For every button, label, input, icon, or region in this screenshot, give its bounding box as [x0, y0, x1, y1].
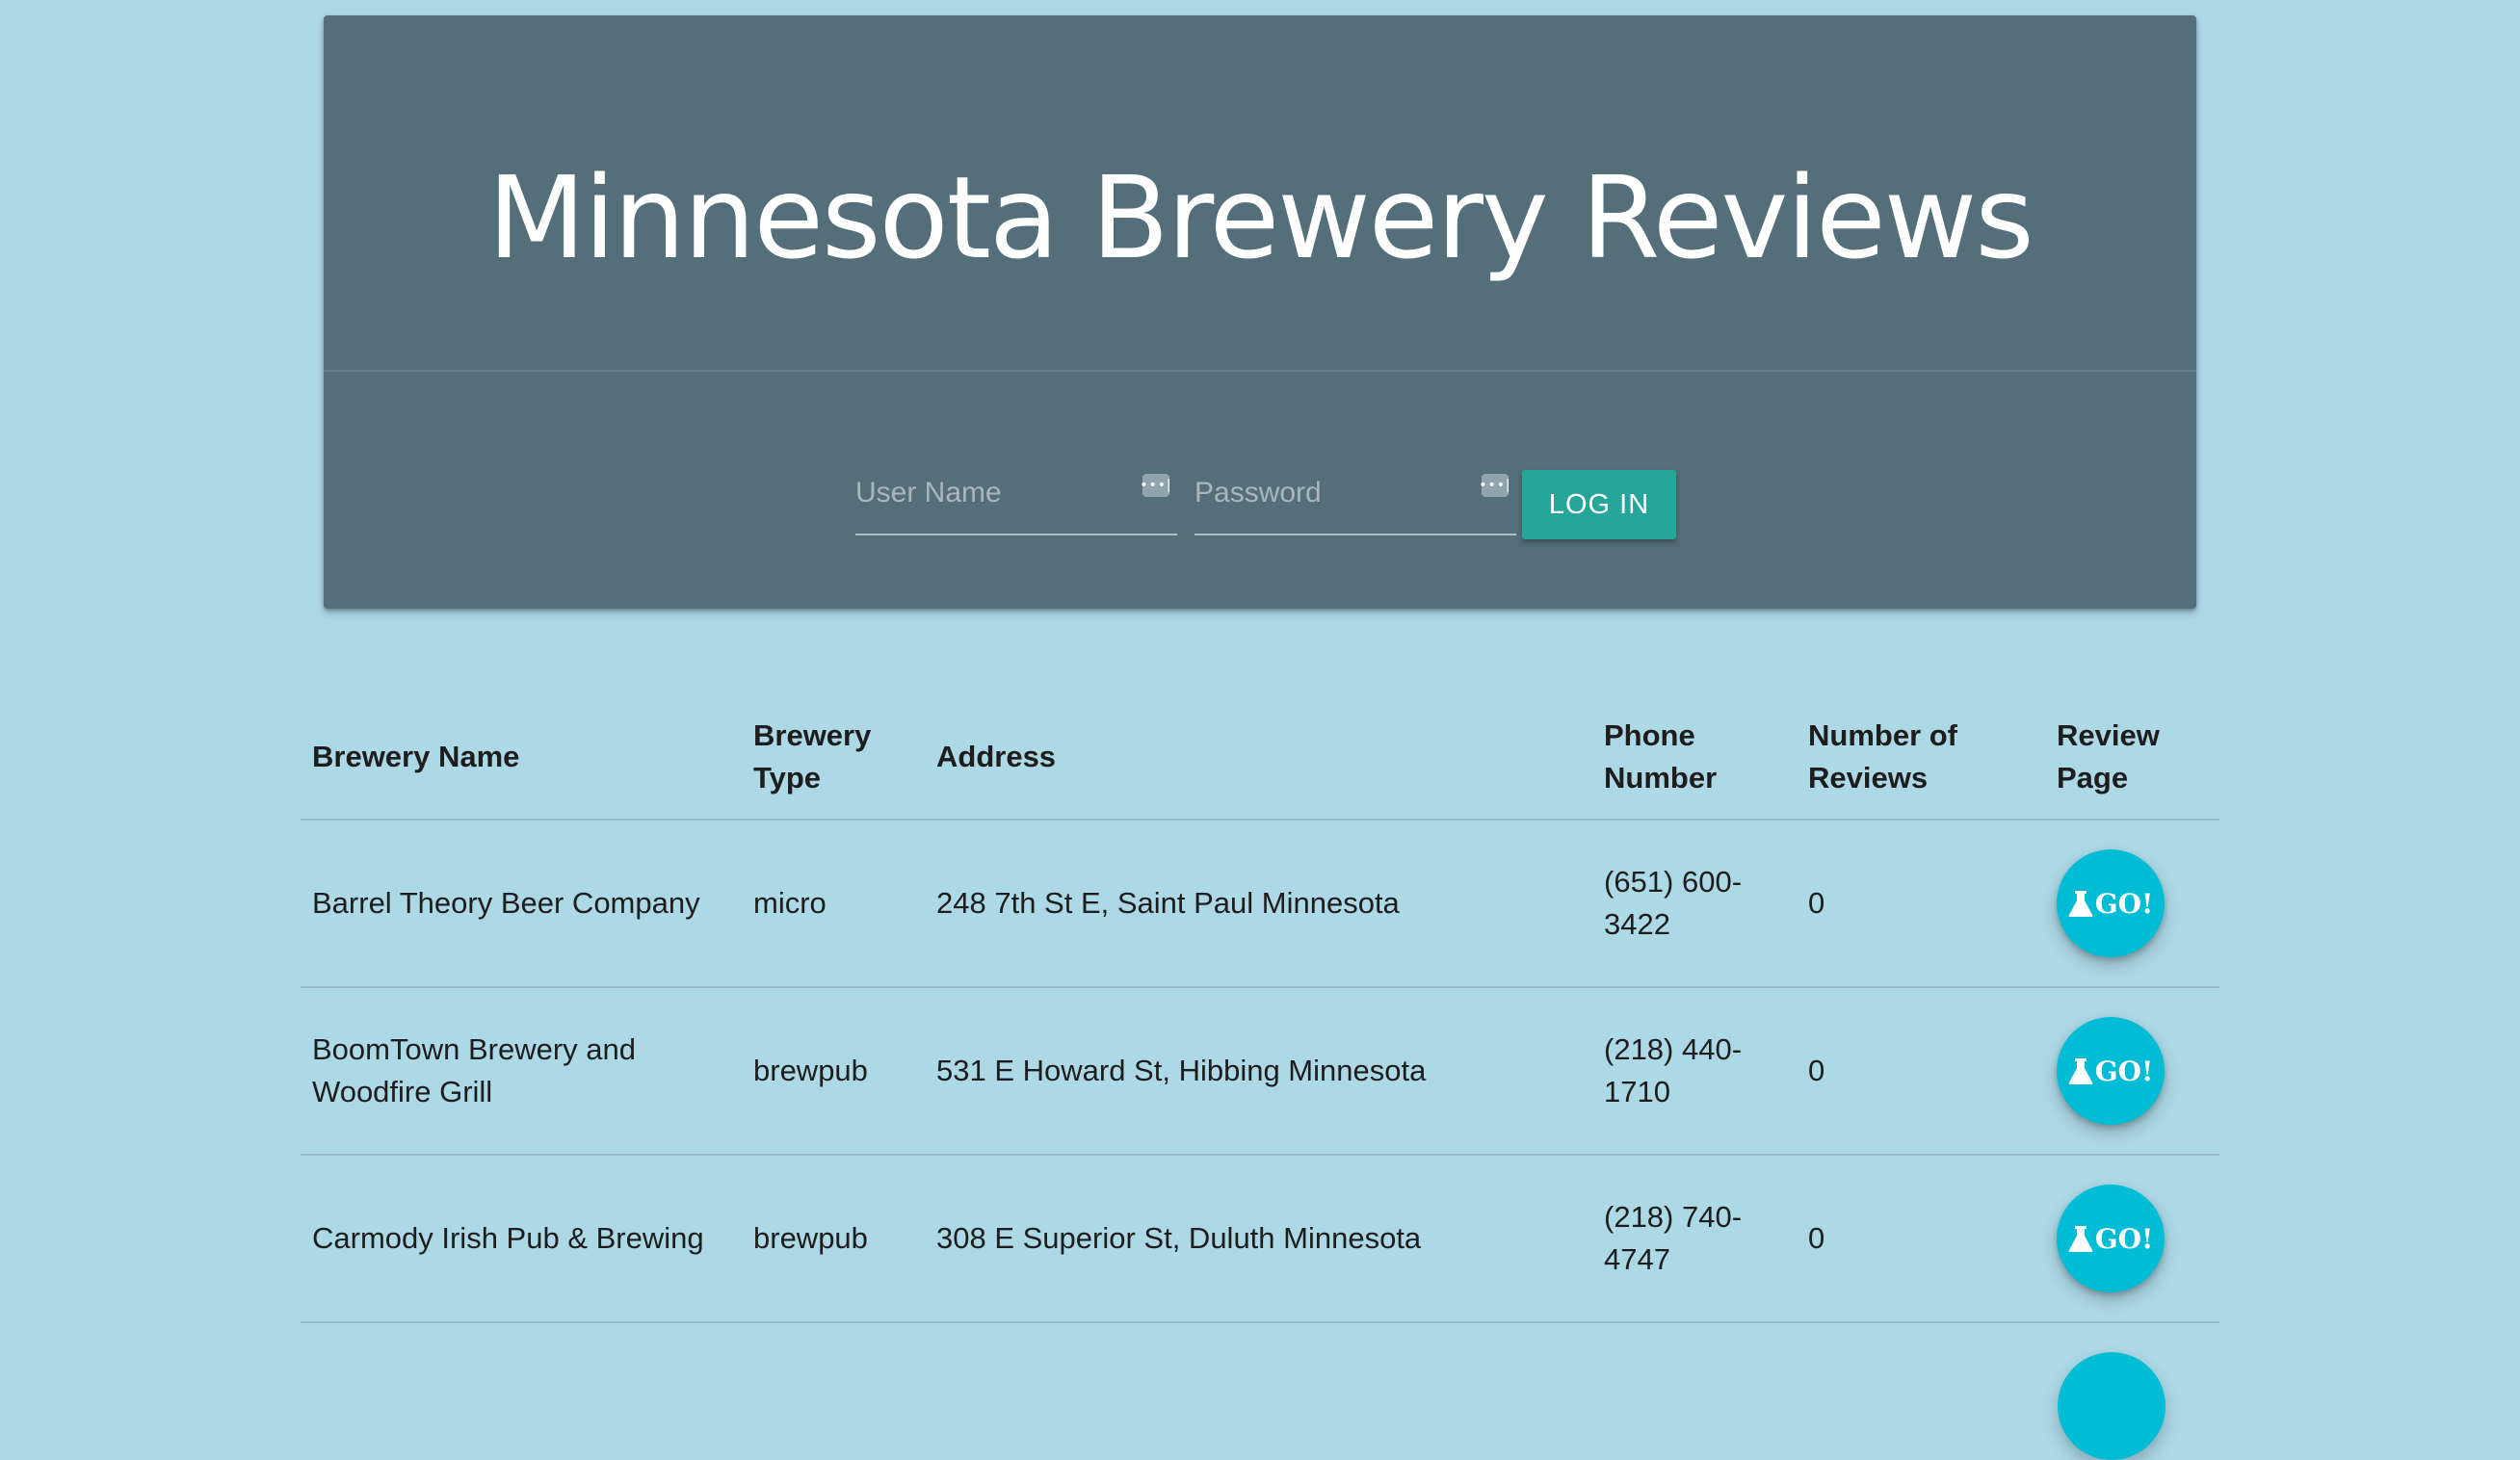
brewery-type: brewpub [742, 987, 925, 1156]
column-header-phone: Phone Number [1592, 693, 1797, 821]
table-row: BoomTown Brewery and Woodfire Grill brew… [301, 987, 2219, 1156]
brewery-address: 248 7th St E, Saint Paul Minnesota [925, 820, 1592, 988]
review-page-cell: GO! [2045, 987, 2219, 1156]
password-manager-key-icon[interactable]: •••| [1140, 474, 1171, 497]
brewery-type: micro [742, 820, 925, 988]
login-button[interactable]: LOG IN [1522, 470, 1676, 539]
password-input[interactable] [1194, 464, 1474, 522]
table-row: Barrel Theory Beer Company micro 248 7th… [301, 820, 2219, 988]
review-count: 0 [1797, 1155, 2045, 1323]
go-button-partial[interactable] [2058, 1352, 2166, 1460]
password-field-wrapper: •••| [1194, 455, 1516, 535]
column-header-review-page: Review Page [2045, 693, 2219, 821]
brewery-address: 308 E Superior St, Duluth Minnesota [925, 1155, 1592, 1323]
flask-icon [2068, 1226, 2093, 1252]
username-field-wrapper: •••| [855, 455, 1177, 535]
flask-icon [2068, 1058, 2093, 1084]
header-card: Minnesota Brewery Reviews •••| •••| LOG … [324, 15, 2196, 609]
go-button[interactable]: GO! [2057, 849, 2165, 957]
brewery-phone: (218) 740-4747 [1592, 1155, 1797, 1323]
go-button-label: GO! [2094, 1222, 2154, 1255]
brewery-type: brewpub [742, 1155, 925, 1323]
table-row: Carmody Irish Pub & Brewing brewpub 308 … [301, 1155, 2219, 1323]
column-header-type: Brewery Type [742, 693, 925, 821]
brewery-phone: (651) 600-3422 [1592, 820, 1797, 988]
go-button-label: GO! [2094, 1055, 2154, 1087]
column-header-name: Brewery Name [301, 693, 742, 821]
login-form: •••| •••| LOG IN [324, 455, 2196, 541]
brewery-address: 531 E Howard St, Hibbing Minnesota [925, 987, 1592, 1156]
table-header-row: Brewery Name Brewery Type Address Phone … [301, 693, 2219, 821]
brewery-table: Brewery Name Brewery Type Address Phone … [301, 693, 2219, 1323]
review-count: 0 [1797, 820, 2045, 988]
brewery-name: Barrel Theory Beer Company [301, 820, 742, 988]
flask-icon [2068, 891, 2093, 917]
go-button[interactable]: GO! [2057, 1017, 2165, 1125]
brewery-phone: (218) 440-1710 [1592, 987, 1797, 1156]
review-count: 0 [1797, 987, 2045, 1156]
page-title: Minnesota Brewery Reviews [487, 151, 2034, 284]
go-button[interactable]: GO! [2057, 1185, 2165, 1292]
username-input[interactable] [855, 464, 1135, 522]
go-button-label: GO! [2094, 887, 2154, 920]
brewery-name: BoomTown Brewery and Woodfire Grill [301, 987, 742, 1156]
review-page-cell: GO! [2045, 820, 2219, 988]
password-manager-key-icon[interactable]: •••| [1479, 474, 1510, 497]
column-header-reviews: Number of Reviews [1797, 693, 2045, 821]
header-divider [324, 370, 2196, 372]
brewery-name: Carmody Irish Pub & Brewing [301, 1155, 742, 1323]
column-header-address: Address [925, 693, 1592, 821]
review-page-cell: GO! [2045, 1155, 2219, 1323]
